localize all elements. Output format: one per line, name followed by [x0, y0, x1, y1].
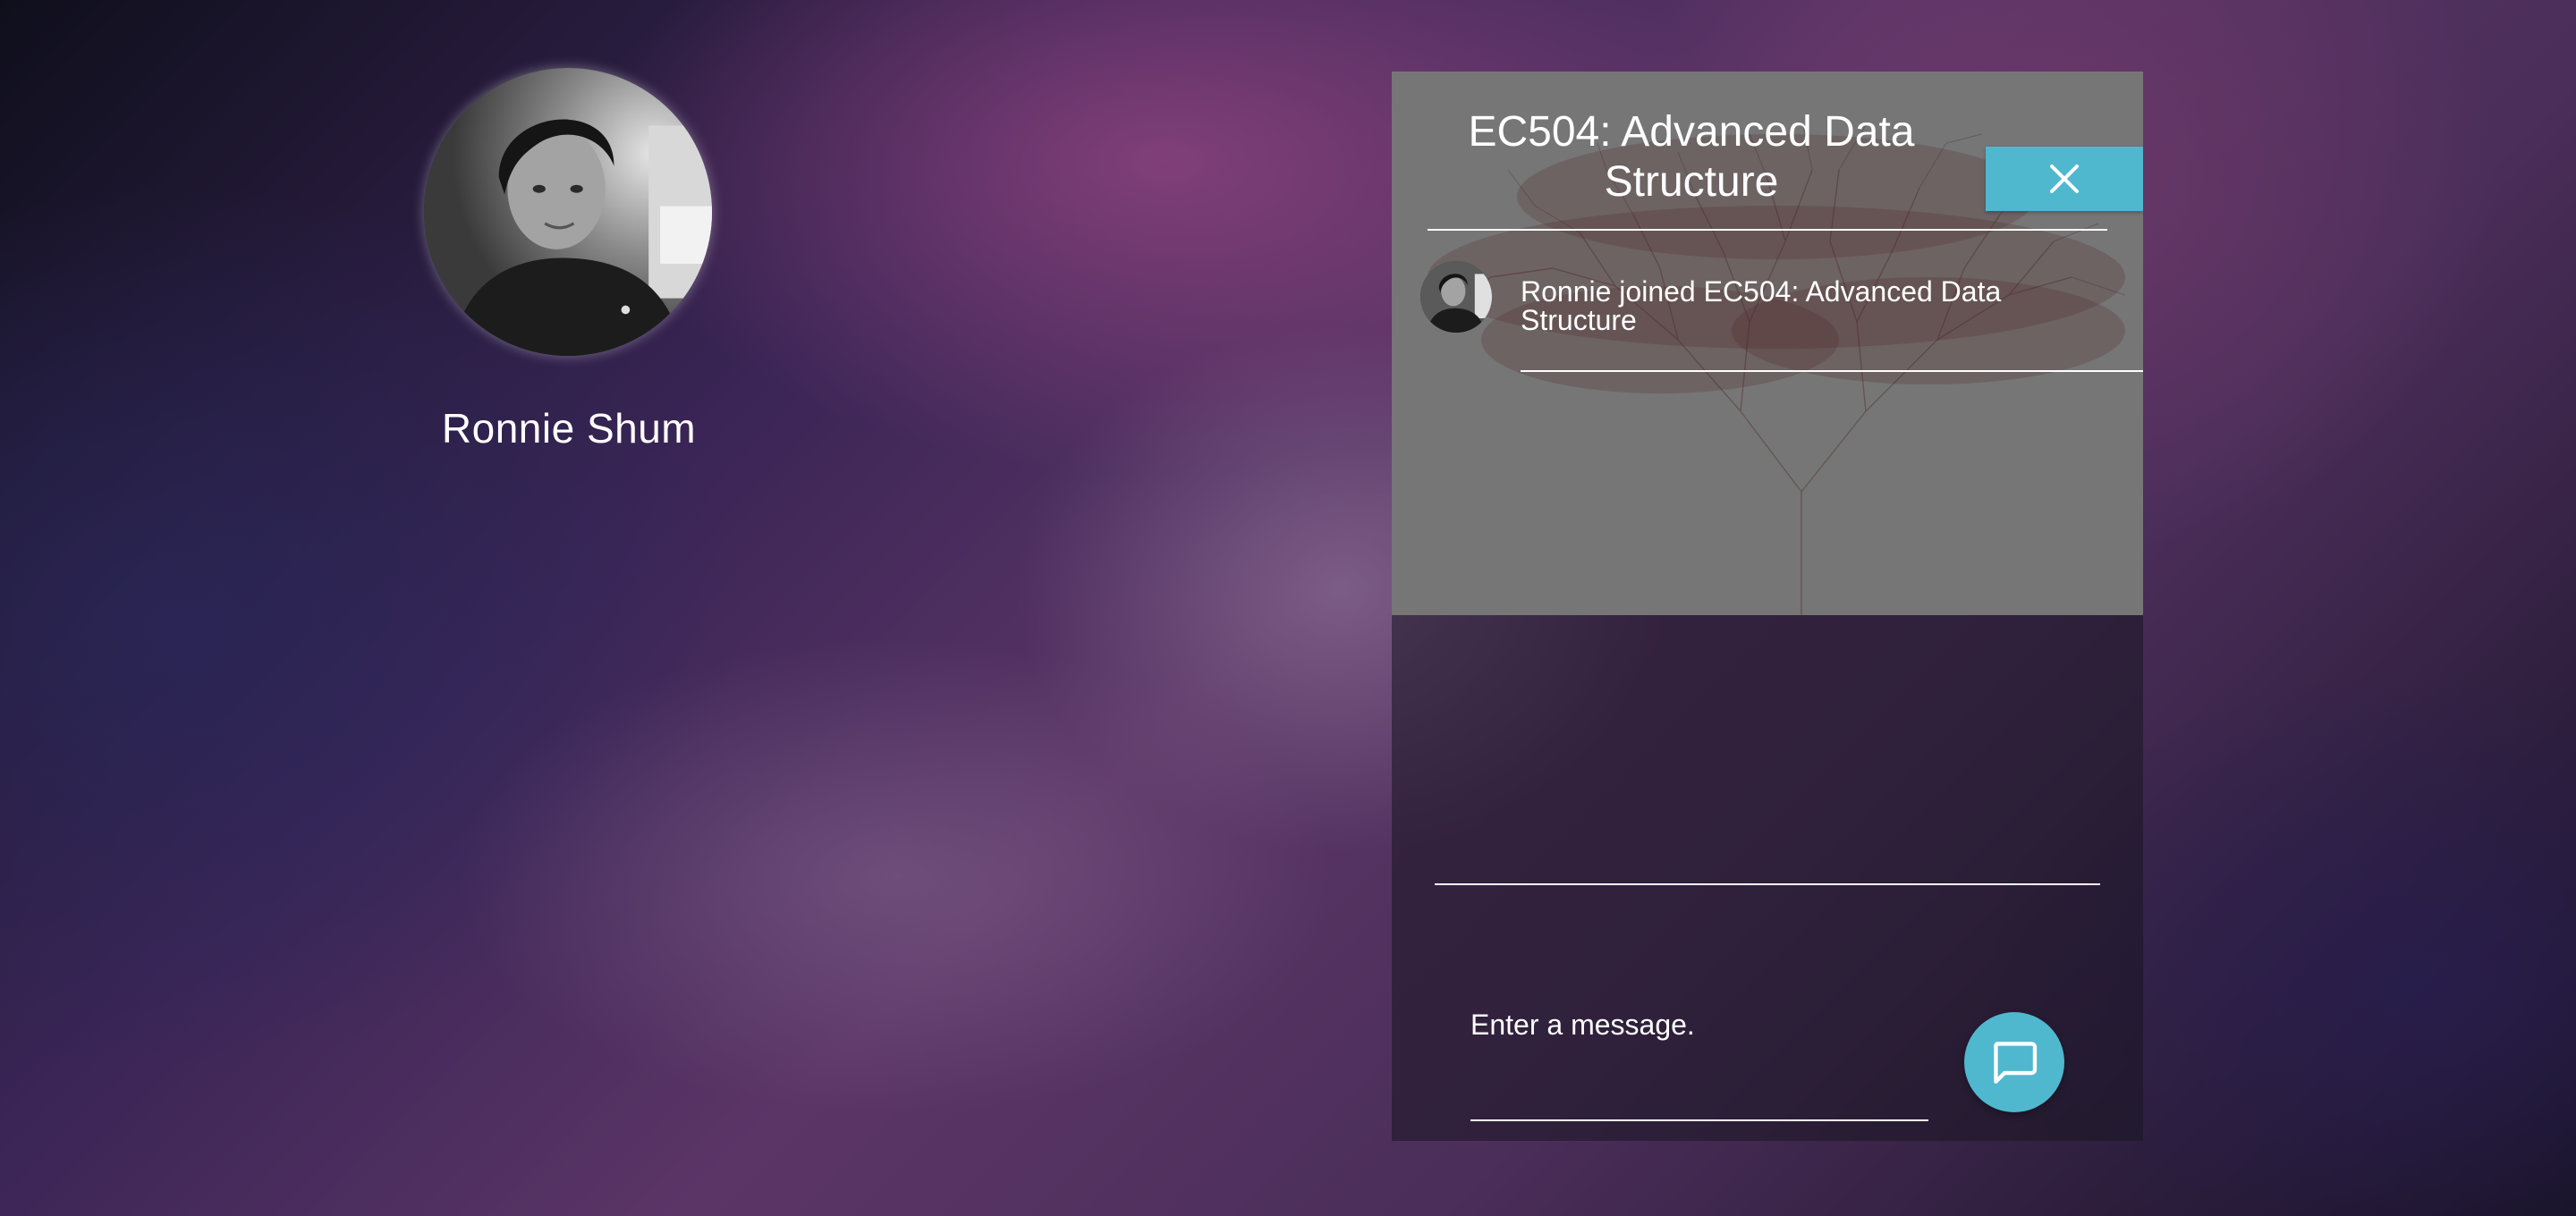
page: { "profile": { "name": "Ronnie Shum", "a…	[0, 0, 2576, 1216]
activity-item: Ronnie joined EC504: Advanced Data Struc…	[1420, 259, 2143, 447]
chat-title: EC504: Advanced Data Structure	[1468, 108, 1915, 206]
user-photo-icon	[424, 68, 712, 356]
chat-header-area: EC504: Advanced Data Structure Ronnie jo…	[1392, 72, 2143, 615]
activity-divider	[1521, 370, 2143, 372]
chat-bubble-icon	[1994, 1042, 2038, 1084]
chat-panel: EC504: Advanced Data Structure Ronnie jo…	[1392, 72, 2143, 1141]
profile-name: Ronnie Shum	[441, 405, 697, 452]
activity-text: Ronnie joined EC504: Advanced Data Struc…	[1521, 275, 2002, 336]
activity-avatar	[1420, 261, 1492, 333]
message-input[interactable]	[1470, 1001, 1928, 1121]
offscreen-fragment	[86, 1203, 265, 1216]
close-icon	[2050, 165, 2079, 193]
send-message-button[interactable]	[1964, 1012, 2064, 1112]
chat-header: EC504: Advanced Data Structure	[1428, 100, 2143, 231]
user-photo-icon	[1420, 261, 1492, 333]
user-profile: Ronnie Shum	[424, 68, 714, 452]
close-button[interactable]	[1986, 147, 2143, 211]
chat-divider	[1435, 883, 2100, 885]
profile-avatar	[424, 68, 712, 356]
